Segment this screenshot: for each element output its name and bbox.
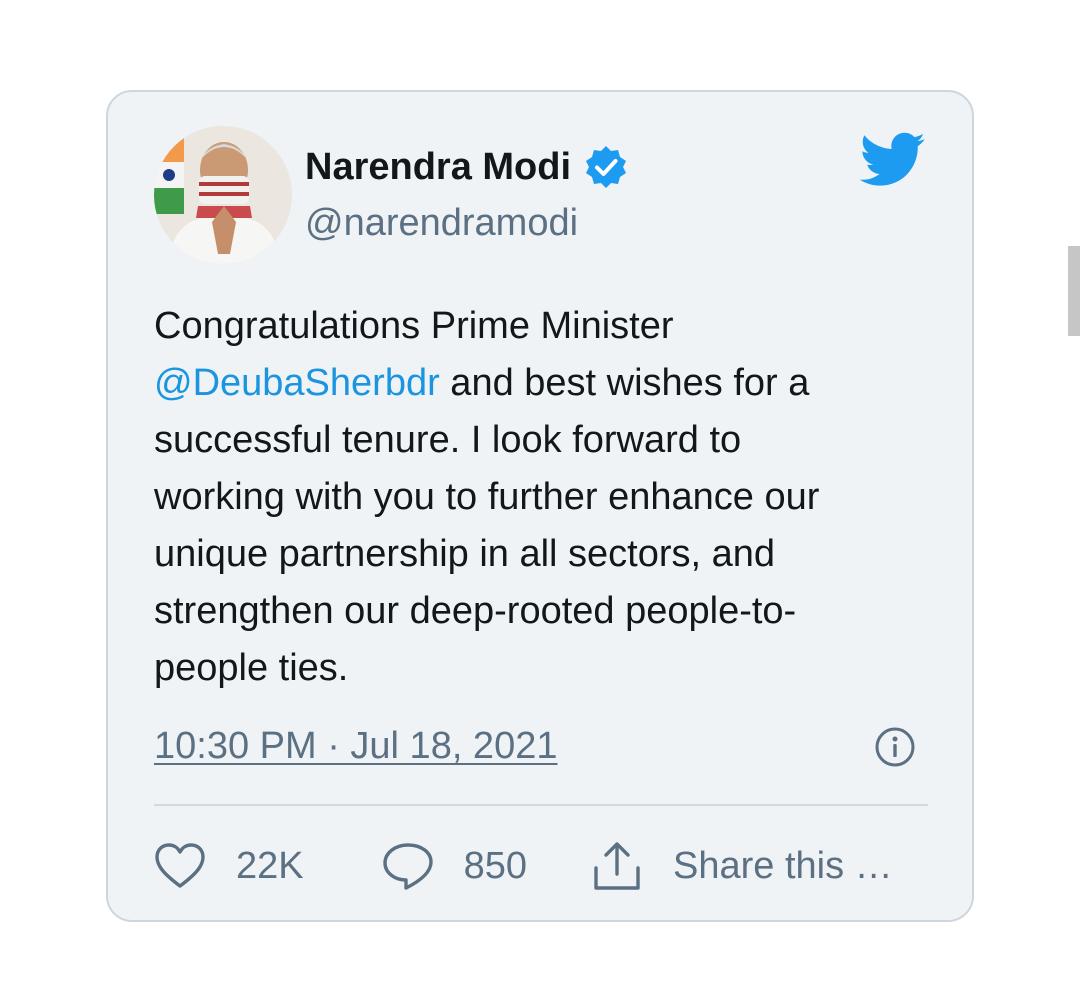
heart-icon: [155, 843, 205, 888]
page: Narendra Modi @narendramodi Congratulati…: [0, 0, 1080, 993]
tweet-timestamp-link[interactable]: 10:30 PM · Jul 18, 2021: [154, 723, 557, 769]
tweet-actions-bar: 22K 850 Share this …: [154, 838, 928, 894]
tweet-line: working with you to further enhance our: [154, 476, 820, 518]
tweet-line: people ties.: [154, 647, 349, 689]
tweet-line: successful tenure. I look forward to: [154, 419, 742, 461]
avatar[interactable]: [154, 126, 292, 264]
tweet-line: strengthen our deep-rooted people-to-: [154, 590, 797, 632]
twitter-bird-icon[interactable]: [860, 132, 926, 188]
reply-button[interactable]: 850: [382, 841, 527, 891]
share-label: Share this …: [673, 845, 893, 887]
share-upload-icon: [594, 842, 640, 890]
scrollbar-thumb[interactable]: [1068, 246, 1080, 336]
reply-count: 850: [463, 845, 528, 887]
avatar-image: [154, 126, 292, 264]
tweet-line-text: and best wishes for a: [439, 362, 810, 404]
divider: [154, 804, 928, 806]
mention-link[interactable]: @DeubaSherbdr: [154, 362, 440, 404]
like-button[interactable]: 22K: [154, 842, 304, 890]
speech-bubble-icon: [382, 843, 433, 890]
tweet-line: Congratulations Prime Minister: [154, 305, 674, 347]
tweet-card[interactable]: Narendra Modi @narendramodi Congratulati…: [106, 90, 974, 922]
tweet-line: unique partnership in all sectors, and: [154, 533, 776, 575]
share-button[interactable]: Share this …: [591, 840, 893, 892]
like-count: 22K: [236, 845, 304, 887]
author-name-row: Narendra Modi: [305, 144, 629, 190]
verified-badge-icon: [586, 146, 627, 188]
tweet-line: @DeubaSherbdr and best wishes for a: [154, 355, 914, 412]
author-handle[interactable]: @narendramodi: [305, 200, 578, 246]
info-icon[interactable]: [874, 726, 916, 768]
tweet-text: Congratulations Prime Minister @DeubaShe…: [154, 298, 914, 697]
author-display-name[interactable]: Narendra Modi: [305, 144, 571, 190]
